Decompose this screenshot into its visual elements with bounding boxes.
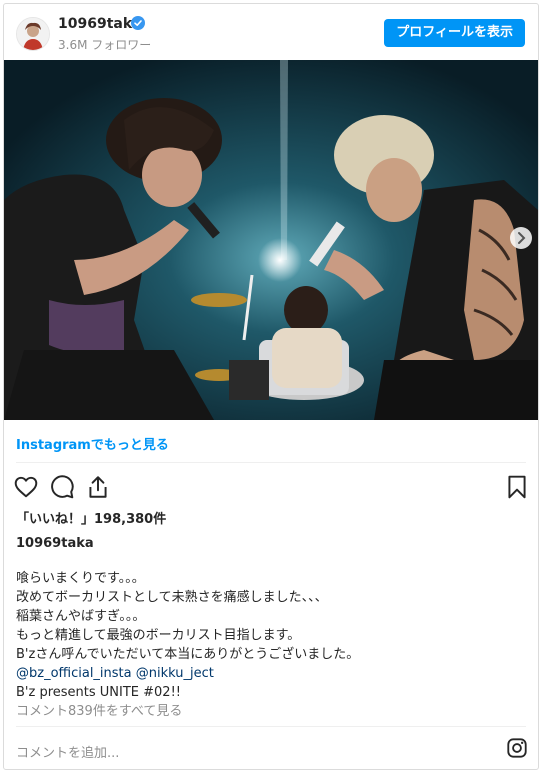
action-bar [4, 470, 538, 506]
divider [16, 462, 526, 463]
caption-line: もっと精進して最強のボーカリスト目指します。 [16, 628, 301, 643]
view-all-comments-link[interactable]: コメント839件をすべて見る [16, 700, 182, 719]
bookmark-icon[interactable] [504, 474, 530, 500]
post-caption: 喰らいまくりです。。。 改めてボーカリストとして未熟さを痛感しました、、、 稲葉… [16, 569, 359, 702]
share-icon[interactable] [85, 474, 111, 500]
divider [16, 726, 526, 727]
username[interactable]: 10969taka [58, 16, 142, 32]
caption-line: 改めてボーカリストとして未熟さを痛感しました、、、 [16, 590, 328, 605]
chevron-right-icon [518, 232, 526, 244]
instagram-icon[interactable] [506, 737, 528, 759]
comment-icon[interactable] [49, 474, 75, 500]
post-photo[interactable] [4, 60, 538, 420]
follower-count: 3.6M フォロワー [58, 38, 152, 52]
avatar[interactable] [16, 17, 50, 51]
next-photo-button[interactable] [510, 227, 532, 249]
mention-bz-official[interactable]: @bz_official_insta [16, 666, 132, 681]
instagram-embed-card: 10969taka 3.6M フォロワー プロフィールを表示 Instagram… [3, 3, 539, 770]
heart-icon[interactable] [13, 474, 39, 500]
caption-username[interactable]: 10969taka [16, 536, 94, 551]
verified-badge-icon [131, 16, 145, 30]
caption-line: 喰らいまくりです。。。 [16, 571, 145, 586]
add-comment-field[interactable]: コメントを追加... [16, 742, 119, 761]
caption-line: B'zさん呼んでいただいて本当にありがとうございました。 [16, 647, 360, 662]
caption-mentions: @bz_official_insta @nikku_ject [16, 664, 359, 683]
post-header: 10969taka 3.6M フォロワー プロフィールを表示 [4, 4, 538, 60]
view-profile-button[interactable]: プロフィールを表示 [384, 19, 525, 47]
mention-nikku-ject[interactable]: @nikku_ject [136, 666, 214, 681]
caption-line: 稲葉さんやばすぎ。。。 [16, 609, 146, 624]
like-count[interactable]: 「いいね！」198,380件 [16, 508, 166, 527]
view-more-on-instagram-link[interactable]: Instagramでもっと見る [16, 434, 169, 453]
